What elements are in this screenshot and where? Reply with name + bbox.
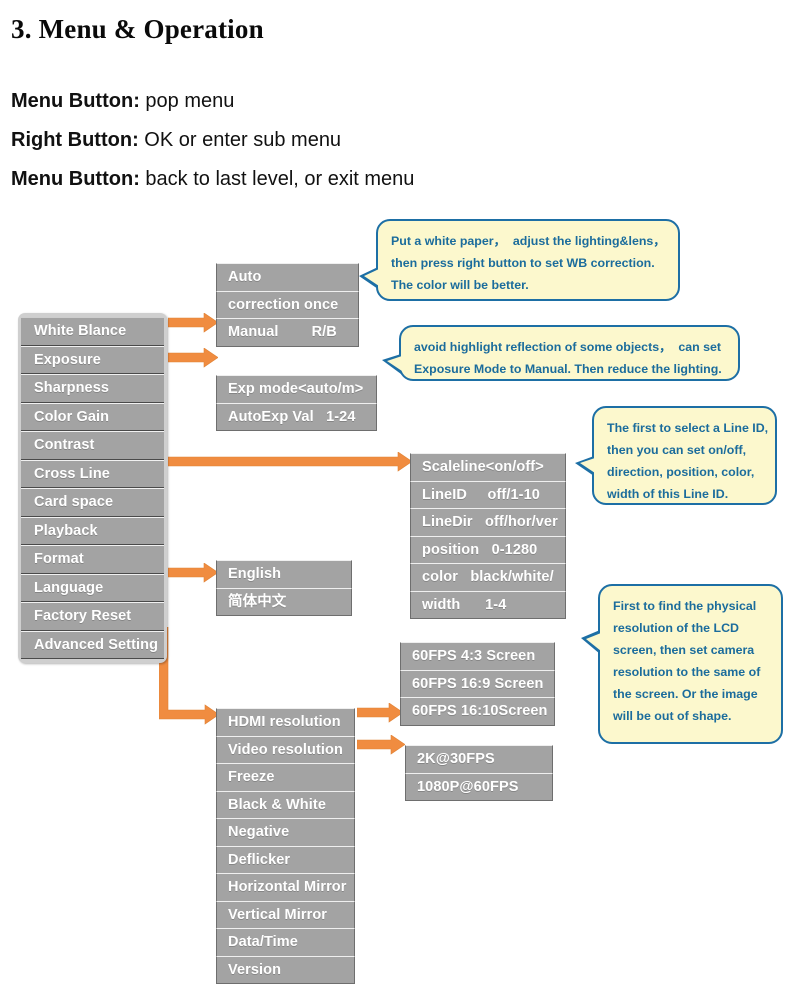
adv-item-hdmi-resolution[interactable]: HDMI resolution — [216, 708, 355, 737]
adv-item-horizontal-mirror[interactable]: Horizontal Mirror — [216, 873, 355, 902]
menu-item-format[interactable]: Format — [21, 545, 164, 574]
wb-item-manual[interactable]: Manual R/B — [216, 318, 359, 347]
callout-line: direction, position, color, — [607, 465, 755, 480]
page-title: 3. Menu & Operation — [11, 14, 264, 44]
menu-item-factory-reset[interactable]: Factory Reset — [21, 602, 164, 631]
callout-line: screen, then set camera — [613, 643, 755, 658]
instruction-line-menu-button-pop: Menu Button: pop menu — [11, 90, 234, 113]
instruction-label: Menu Button: — [11, 168, 140, 190]
cl-item-position[interactable]: position 0-1280 — [410, 535, 566, 564]
menu-item-playback[interactable]: Playback — [21, 516, 164, 545]
instruction-text: pop menu — [139, 90, 235, 112]
menu-item-cross-line[interactable]: Cross Line — [21, 459, 164, 488]
menu-item-white-blance[interactable]: White Blance — [21, 317, 164, 346]
cl-item-color[interactable]: color black/white/ — [410, 563, 566, 592]
adv-item-negative[interactable]: Negative — [216, 818, 355, 847]
menu-item-advanced-setting[interactable]: Advanced Setting — [21, 630, 164, 659]
callout-tail-inner-icon — [387, 356, 402, 371]
adv-item-black-and-white[interactable]: Black & White — [216, 790, 355, 819]
instruction-line-menu-button-back: Menu Button: back to last level, or exit… — [11, 168, 414, 191]
callout-line: The color will be better. — [391, 278, 529, 293]
instruction-text: back to last level, or exit menu — [139, 168, 415, 190]
white-balance-submenu-panel: Auto correction once Manual R/B — [216, 263, 359, 347]
callout-line: then press right button to set WB correc… — [391, 256, 655, 271]
lang-item-english[interactable]: English — [216, 560, 352, 589]
menu-item-card-space[interactable]: Card space — [21, 488, 164, 517]
callout-line: the screen. Or the image — [613, 687, 758, 702]
instruction-label: Menu Button: — [11, 90, 140, 112]
callout-tail-inner-icon — [580, 458, 595, 473]
main-menu-panel: White Blance Exposure Sharpness Color Ga… — [18, 313, 167, 663]
callout-cross-line: The first to select a Line ID, then you … — [575, 406, 777, 505]
menu-item-language[interactable]: Language — [21, 573, 164, 602]
hdmi-item-60fps-4-3[interactable]: 60FPS 4:3 Screen — [400, 642, 555, 671]
exposure-submenu-panel: Exp mode<auto/m> AutoExp Val 1-24 — [216, 375, 377, 431]
callout-white-balance: Put a white paper， adjust the lighting&l… — [359, 219, 680, 301]
instruction-label: Right Button: — [11, 129, 139, 151]
callout-tail-inner-icon — [586, 633, 601, 651]
instruction-line-right-button-ok: Right Button: OK or enter sub menu — [11, 129, 341, 152]
menu-item-exposure[interactable]: Exposure — [21, 345, 164, 374]
callout-line: The first to select a Line ID, — [607, 421, 769, 435]
arrow-hdmi-resolution — [357, 703, 403, 723]
advanced-setting-submenu-panel: HDMI resolution Video resolution Freeze … — [216, 708, 355, 984]
cl-item-lineid[interactable]: LineID off/1-10 — [410, 480, 566, 509]
video-resolution-submenu-panel: 2K@30FPS 1080P@60FPS — [405, 745, 553, 801]
callout-exposure: avoid highlight reflection of some objec… — [382, 325, 740, 381]
callout-line: First to find the physical — [613, 599, 757, 613]
video-item-2k-30fps[interactable]: 2K@30FPS — [405, 745, 553, 774]
callout-line: then you can set on/off, — [607, 443, 747, 458]
adv-item-video-resolution[interactable]: Video resolution — [216, 735, 355, 764]
adv-item-freeze[interactable]: Freeze — [216, 763, 355, 792]
wb-item-auto[interactable]: Auto — [216, 263, 359, 292]
callout-line: will be out of shape. — [613, 709, 732, 724]
arrow-language — [168, 563, 218, 583]
adv-item-vertical-mirror[interactable]: Vertical Mirror — [216, 900, 355, 929]
hdmi-item-60fps-16-9[interactable]: 60FPS 16:9 Screen — [400, 669, 555, 698]
language-submenu-panel: English 简体中文 — [216, 560, 352, 616]
video-item-1080p-60fps[interactable]: 1080P@60FPS — [405, 772, 553, 801]
menu-item-contrast[interactable]: Contrast — [21, 431, 164, 460]
cl-item-linedir[interactable]: LineDir off/hor/ver — [410, 508, 566, 537]
hdmi-item-60fps-16-10[interactable]: 60FPS 16:10Screen — [400, 697, 555, 726]
adv-item-version[interactable]: Version — [216, 955, 355, 984]
callout-line: Put a white paper， adjust the lighting&l… — [391, 234, 666, 248]
callout-line: avoid highlight reflection of some objec… — [414, 340, 722, 354]
callout-line: resolution of the LCD — [613, 621, 739, 636]
cl-item-scaleline[interactable]: Scaleline<on/off> — [410, 453, 566, 482]
arrow-video-resolution — [357, 735, 405, 755]
adv-item-data-time[interactable]: Data/Time — [216, 928, 355, 957]
instruction-text: OK or enter sub menu — [138, 129, 342, 151]
adv-item-deflicker[interactable]: Deflicker — [216, 845, 355, 874]
menu-item-sharpness[interactable]: Sharpness — [21, 374, 164, 403]
callout-tail-inner-icon — [364, 269, 379, 286]
wb-item-correction-once[interactable]: correction once — [216, 290, 359, 319]
cross-line-submenu-panel: Scaleline<on/off> LineID off/1-10 LineDi… — [410, 453, 566, 619]
callout-line: resolution to the same of — [613, 665, 761, 680]
hdmi-resolution-submenu-panel: 60FPS 4:3 Screen 60FPS 16:9 Screen 60FPS… — [400, 642, 555, 726]
cl-item-width[interactable]: width 1-4 — [410, 590, 566, 619]
arrow-exposure — [168, 348, 218, 368]
arrow-white-balance — [168, 313, 218, 333]
lang-item-chinese[interactable]: 简体中文 — [216, 587, 352, 616]
callout-line: Exposure Mode to Manual. Then reduce the… — [414, 362, 722, 377]
callout-resolution: First to find the physical resolution of… — [581, 584, 783, 744]
arrow-advanced-setting — [159, 627, 219, 725]
exp-item-exp-mode[interactable]: Exp mode<auto/m> — [216, 375, 377, 404]
exp-item-autoexp-val[interactable]: AutoExp Val 1-24 — [216, 402, 377, 431]
arrow-cross-line — [168, 452, 412, 472]
menu-item-color-gain[interactable]: Color Gain — [21, 402, 164, 431]
callout-line: width of this Line ID. — [607, 487, 729, 502]
